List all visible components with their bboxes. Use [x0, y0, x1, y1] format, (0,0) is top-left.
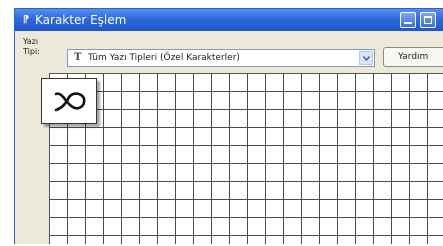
- charmap-icon: ⁋: [22, 14, 30, 25]
- chevron-down-icon: [363, 56, 370, 61]
- character-zoom-preview: [41, 78, 97, 124]
- help-button[interactable]: Yardım: [383, 47, 443, 67]
- title-bar[interactable]: ⁋ Karakter Eşlem: [15, 9, 443, 31]
- character-map-window: ⁋ Karakter Eşlem Yazı Tipi: T Tüm Yazı T…: [14, 8, 443, 244]
- maximize-button[interactable]: [420, 12, 436, 28]
- font-select-value: Tüm Yazı Tipleri (Özel Karakterler): [88, 53, 240, 63]
- minimize-button[interactable]: [400, 12, 416, 28]
- dropdown-arrow-button[interactable]: [359, 51, 373, 65]
- maximize-icon: [424, 16, 432, 24]
- ribbon-loop-icon: [54, 92, 86, 112]
- character-grid[interactable]: [49, 73, 443, 244]
- font-select[interactable]: T Tüm Yazı Tipleri (Özel Karakterler): [67, 49, 375, 67]
- font-label: Yazı Tipi:: [23, 37, 40, 56]
- window-title: Karakter Eşlem: [35, 13, 127, 27]
- minimize-icon: [404, 22, 412, 24]
- truetype-font-icon: T: [74, 52, 82, 63]
